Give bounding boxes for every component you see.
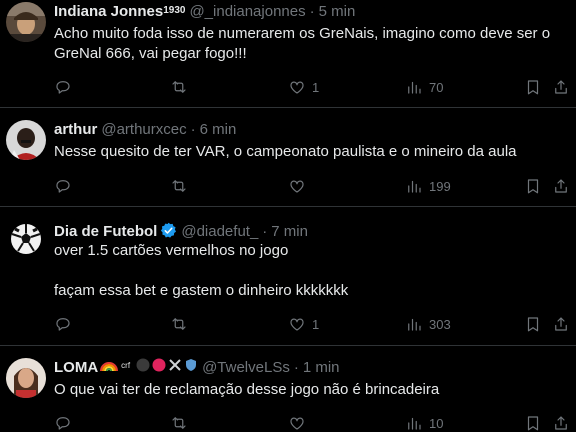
views-icon [408, 318, 421, 331]
retweet-icon [172, 417, 186, 429]
like-icon [290, 180, 304, 193]
separator-dot: · [190, 121, 196, 138]
author-name-suffix: 1930 [163, 5, 186, 16]
like-icon [290, 318, 304, 331]
tweet-text: O que vai ter de reclamação desse jogo n… [54, 381, 440, 398]
author-name[interactable]: Dia de Futebol [54, 222, 157, 242]
author-name[interactable]: LOMA [54, 358, 98, 378]
like-icon [290, 417, 304, 430]
like-button[interactable] [288, 176, 312, 196]
tweet-time[interactable]: 1 min [303, 358, 340, 378]
author-handle[interactable]: @arthurxcec [101, 120, 186, 140]
like-button[interactable] [288, 413, 312, 432]
tweet[interactable]: Dia de Futebol @diadefut_ · 7 min over 1… [0, 207, 576, 346]
retweet-button[interactable] [170, 77, 188, 97]
separator-dot: · [309, 3, 315, 20]
reply-button[interactable] [54, 314, 72, 334]
share-button[interactable] [552, 413, 570, 432]
tweet-actions: 199 [54, 176, 576, 196]
like-count: 1 [312, 316, 320, 332]
tweet-actions: 10 [54, 413, 576, 432]
tweet-time[interactable]: 7 min [271, 222, 308, 242]
share-icon [555, 179, 567, 193]
share-icon [555, 416, 567, 430]
bookmark-icon [527, 80, 539, 95]
retweet-icon [172, 180, 186, 192]
tweet-time[interactable]: 5 min [319, 2, 356, 22]
tweet[interactable]: arthur @arthurxcec · 6 min Nesse quesito… [0, 108, 576, 207]
retweet-button[interactable] [170, 314, 188, 334]
tweet-text: over 1.5 cartões vermelhos no jogo façam… [54, 242, 349, 299]
reply-button[interactable] [54, 77, 72, 97]
author-handle[interactable]: @TwelveLSs [202, 358, 290, 378]
reply-icon [56, 81, 70, 94]
bookmark-button[interactable] [524, 314, 542, 334]
retweet-icon [172, 81, 186, 93]
share-button[interactable] [552, 314, 570, 334]
bookmark-button[interactable] [524, 77, 542, 97]
bookmark-button[interactable] [524, 413, 542, 432]
retweet-icon [172, 318, 186, 330]
retweet-button[interactable] [170, 413, 188, 432]
tweet-actions: 1 303 [54, 314, 576, 334]
views-button[interactable]: 199 [405, 176, 451, 196]
views-icon [408, 417, 421, 430]
separator-dot: · [293, 359, 299, 376]
author-name-suffix: crf [121, 361, 131, 370]
tweet-time[interactable]: 6 min [200, 120, 237, 140]
views-button[interactable]: 303 [405, 314, 451, 334]
black-circle-icon [136, 358, 150, 378]
verified-badge-icon [161, 222, 177, 238]
views-count: 10 [429, 415, 444, 431]
like-button[interactable]: 1 [288, 77, 319, 97]
bookmark-icon [527, 416, 539, 431]
tweet[interactable]: LOMA crf @TwelveLSs · 1 min O que vai te… [0, 346, 576, 432]
reply-icon [56, 417, 70, 430]
bookmark-button[interactable] [524, 176, 542, 196]
avatar[interactable] [6, 120, 46, 160]
views-icon [408, 81, 421, 94]
author-handle[interactable]: @diadefut_ [181, 222, 258, 242]
crossed-swords-icon [168, 358, 182, 378]
bookmark-icon [527, 317, 539, 332]
like-icon [290, 81, 304, 94]
timeline-feed: Indiana Jonnes 1930 @_indianajonnes · 5 m… [0, 0, 576, 432]
retweet-button[interactable] [170, 176, 188, 196]
avatar[interactable] [6, 358, 46, 398]
red-circle-icon [152, 358, 166, 378]
views-count: 70 [429, 79, 444, 95]
shield-icon [184, 358, 198, 378]
reply-icon [56, 318, 70, 331]
reply-button[interactable] [54, 413, 72, 432]
like-count: 1 [312, 79, 320, 95]
share-icon [555, 317, 567, 331]
views-icon [408, 180, 421, 193]
author-name[interactable]: Indiana Jonnes [54, 2, 163, 22]
tweet[interactable]: Indiana Jonnes 1930 @_indianajonnes · 5 m… [0, 0, 576, 108]
author-name[interactable]: arthur [54, 120, 97, 140]
views-count: 303 [429, 316, 451, 332]
author-handle[interactable]: @_indianajonnes [189, 2, 305, 22]
separator-dot: · [262, 223, 268, 240]
rainbow-emoji-icon [100, 358, 119, 378]
like-button[interactable]: 1 [288, 314, 319, 334]
avatar[interactable] [6, 219, 46, 259]
views-button[interactable]: 70 [405, 77, 443, 97]
share-button[interactable] [552, 176, 570, 196]
reply-button[interactable] [54, 176, 72, 196]
tweet-text: Acho muito foda isso de numerarem os Gre… [54, 25, 555, 62]
avatar[interactable] [6, 2, 46, 42]
share-icon [555, 80, 567, 94]
tweet-actions: 1 70 [54, 77, 576, 97]
views-count: 199 [429, 178, 451, 194]
views-button[interactable]: 10 [405, 413, 443, 432]
tweet-text: Nesse quesito de ter VAR, o campeonato p… [54, 143, 517, 160]
reply-icon [56, 180, 70, 193]
bookmark-icon [527, 179, 539, 194]
share-button[interactable] [552, 77, 570, 97]
